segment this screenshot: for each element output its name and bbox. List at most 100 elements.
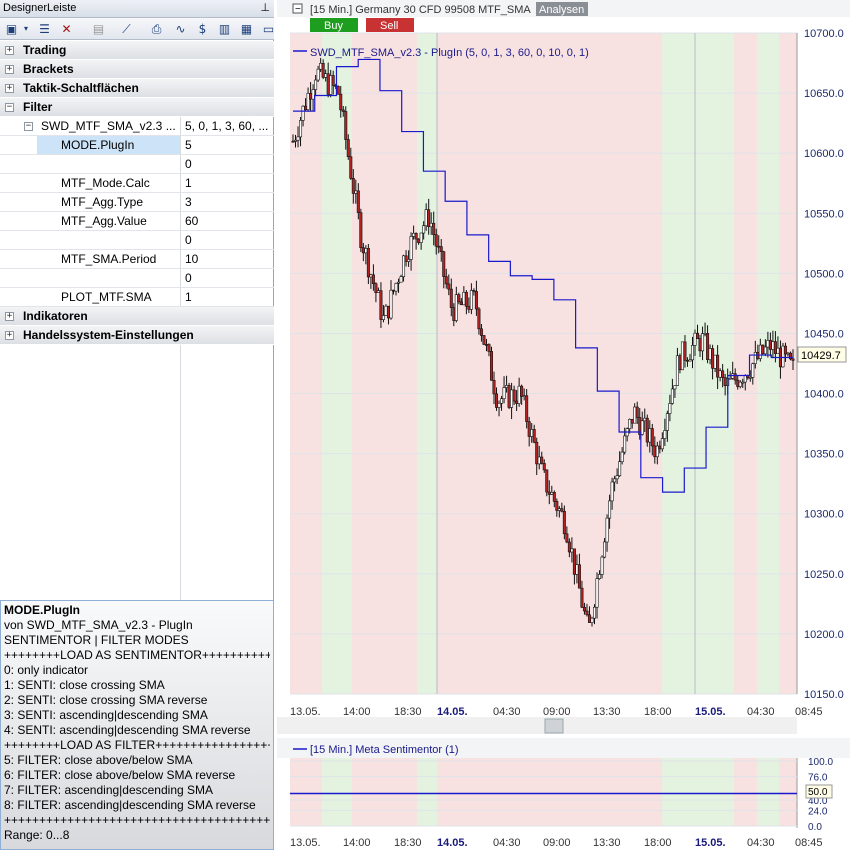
horizontal-scrollbar[interactable] [277, 717, 797, 734]
candle-body [783, 345, 787, 355]
x-tick-label: 04:30 [493, 706, 521, 718]
category-handelssystem[interactable]: + Handelssystem-Einstellungen [0, 326, 274, 345]
collapse-icon[interactable]: − [5, 103, 14, 112]
param-value[interactable]: 0 [180, 155, 274, 173]
category-filter[interactable]: − Filter [0, 98, 274, 117]
candle-body [376, 290, 380, 293]
chart-type-icon[interactable]: ▥ [216, 21, 233, 37]
candle-body [329, 75, 333, 95]
panel-toolbar: ▣ ▾ ☰ ✕ ▤ ⟋ ⎙ ∿ $ ▥ ▦ ▭ [0, 18, 274, 40]
param-value[interactable]: 1 [180, 174, 274, 192]
window-icon[interactable]: ▭ [260, 21, 277, 37]
param-row[interactable]: 0 [0, 231, 274, 250]
param-row[interactable]: 0 [0, 155, 274, 174]
dollar-icon[interactable]: $ [194, 21, 211, 37]
candle-body [748, 377, 752, 379]
print-icon[interactable]: ⎙ [148, 21, 165, 37]
param-value[interactable]: 1 [180, 288, 274, 306]
sub-x-tick-label: 14:00 [343, 837, 371, 849]
param-row-plot-mtf-sma[interactable]: PLOT_MTF.SMA 1 [0, 288, 274, 307]
category-taktik[interactable]: + Taktik-Schaltflächen [0, 79, 274, 98]
candle-body [665, 413, 669, 431]
candle-body [366, 248, 370, 278]
param-row[interactable]: 0 [0, 269, 274, 288]
param-value[interactable]: 5 [180, 136, 274, 154]
description-line: ++++++++++++++++++++++++++++++++++++++ [4, 813, 270, 827]
description-line: 0: only indicator [4, 663, 89, 677]
price-chart[interactable]: 10700.0 10650.0 10600.0 10550.0 10500.0 10450… [277, 0, 850, 850]
candle-body [557, 508, 561, 511]
sub-x-tick-label: 18:00 [644, 837, 672, 849]
candle-body [610, 481, 614, 502]
designer-panel: DesignerLeiste ⊥ ▣ ▾ ☰ ✕ ▤ ⟋ ⎙ ∿ $ ▥ ▦ ▭… [0, 0, 274, 850]
param-name: MTF_SMA.Period [61, 252, 157, 266]
dropdown-arrow-icon[interactable]: ▾ [21, 21, 31, 37]
candle-body [369, 274, 373, 278]
chart-header: [15 Min.] Germany 30 CFD 99508 MTF_SMA [310, 4, 531, 16]
param-value[interactable]: 0 [180, 269, 274, 287]
sub-regime-zone [734, 758, 757, 826]
y-tick-label: 10400.0 [804, 389, 844, 401]
candle-body [489, 351, 493, 381]
candle-body [653, 445, 657, 458]
candle-body [540, 456, 544, 464]
collapse-icon[interactable]: − [24, 122, 33, 131]
candle-body [598, 574, 602, 579]
candle-body [680, 341, 684, 371]
chart-settings-icon[interactable]: ▣ [3, 21, 20, 37]
candle-body [314, 79, 318, 90]
description-line: 7: FILTER: ascending|descending SMA [4, 783, 214, 797]
candle-body [515, 400, 519, 404]
delete-icon[interactable]: ✕ [58, 21, 75, 37]
candle-body [331, 75, 335, 86]
indicator-icon[interactable]: ∿ [172, 21, 189, 37]
candle-body [718, 370, 722, 378]
expand-icon[interactable]: + [5, 46, 14, 55]
description-line: 5: FILTER: close above/below SMA [4, 753, 193, 767]
param-row-mtf-agg-value[interactable]: MTF_Agg.Value 60 [0, 212, 274, 231]
candle-body [389, 289, 393, 319]
param-row-mtf-sma-period[interactable]: MTF_SMA.Period 10 [0, 250, 274, 269]
category-indikatoren[interactable]: + Indikatoren [0, 307, 274, 326]
expand-icon[interactable]: + [5, 65, 14, 74]
candle-body [392, 289, 396, 292]
pin-icon[interactable]: ⊥ [260, 0, 270, 17]
param-value[interactable]: 60 [180, 212, 274, 230]
param-row-mtf-agg-type[interactable]: MTF_Agg.Type 3 [0, 193, 274, 212]
candle-body [550, 492, 554, 495]
property-tree: + Trading + Brackets + Taktik-Schaltflächen… [0, 41, 274, 345]
param-value[interactable]: 0 [180, 231, 274, 249]
candle-body [595, 578, 599, 608]
candle-body [753, 351, 757, 364]
category-brackets[interactable]: + Brackets [0, 60, 274, 79]
candle-body [648, 428, 652, 443]
candle-body [673, 385, 677, 390]
table-icon[interactable]: ▦ [238, 21, 255, 37]
list-icon[interactable]: ☰ [36, 21, 53, 37]
param-row-mode-plugin[interactable]: MODE.PlugIn 5 [0, 136, 274, 155]
sub-x-tick-label: 14.05. [437, 837, 468, 849]
regime-zone [290, 33, 322, 694]
expand-icon[interactable]: + [5, 331, 14, 340]
candle-body [706, 333, 710, 360]
category-label: Handelssystem-Einstellungen [23, 328, 194, 342]
filter-node[interactable]: − SWD_MTF_SMA_v2.3 ... 5, 0, 1, 3, 60, .… [0, 117, 274, 136]
drawing-icon[interactable]: ⟋ [118, 21, 135, 37]
scrollbar-thumb[interactable] [544, 718, 564, 734]
category-trading[interactable]: + Trading [0, 41, 274, 60]
expand-icon[interactable]: + [5, 84, 14, 93]
param-value[interactable]: 3 [180, 193, 274, 211]
x-tick-label: 09:00 [543, 706, 571, 718]
candle-body [542, 463, 546, 471]
document-icon[interactable]: ▤ [90, 21, 107, 37]
sub-x-tick-label: 15.05. [695, 837, 726, 849]
param-row-mtf-mode-calc[interactable]: MTF_Mode.Calc 1 [0, 174, 274, 193]
filter-node-name: SWD_MTF_SMA_v2.3 ... [41, 119, 176, 133]
candle-body [321, 62, 325, 78]
candle-body [781, 345, 785, 368]
param-value[interactable]: 10 [180, 250, 274, 268]
candle-body [670, 388, 674, 404]
expand-icon[interactable]: + [5, 312, 14, 321]
sub-y-tick-label: 76.0 [808, 773, 828, 784]
candle-body [675, 355, 679, 386]
